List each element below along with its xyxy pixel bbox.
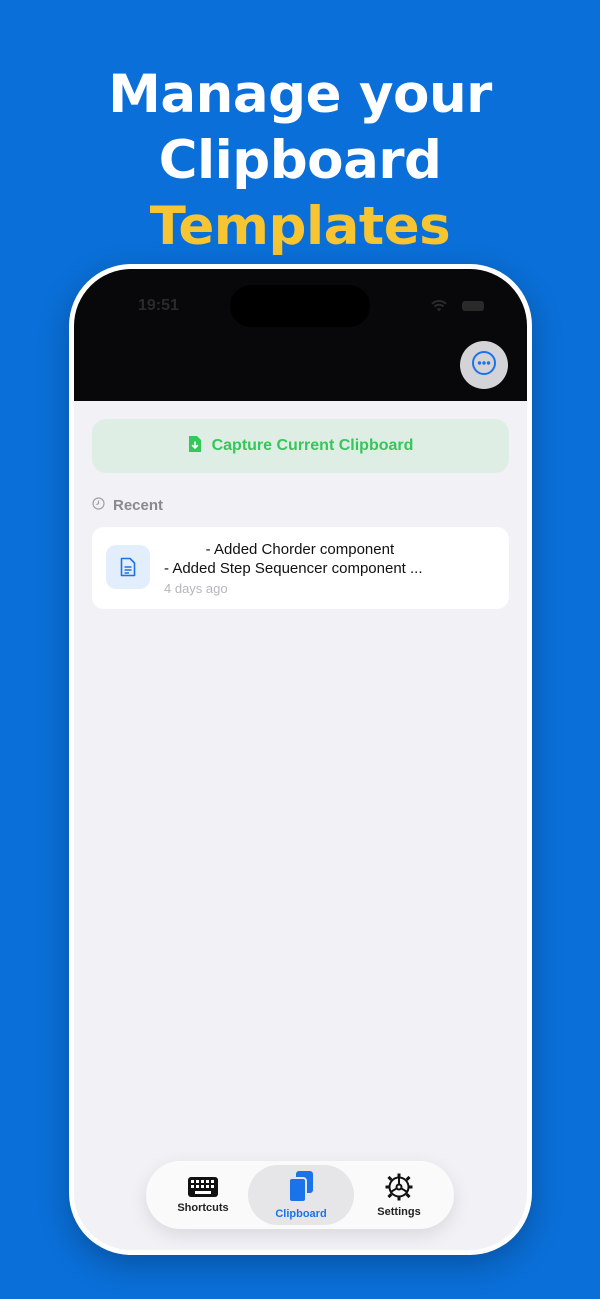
tab-shortcuts-label: Shortcuts xyxy=(177,1202,229,1214)
status-time: 19:51 xyxy=(138,297,179,314)
clipboard-icon xyxy=(287,1170,315,1204)
tab-settings[interactable]: Settings xyxy=(346,1165,452,1225)
clipboard-item[interactable]: - Added Chorder component - Added Step S… xyxy=(92,527,509,609)
headline-line-1: Manage your xyxy=(108,64,492,125)
gear-icon xyxy=(384,1172,414,1202)
clipboard-item-text: - Added Chorder component - Added Step S… xyxy=(164,541,423,577)
ellipsis-circle-icon xyxy=(471,350,497,381)
tab-settings-label: Settings xyxy=(377,1206,421,1218)
more-options-button[interactable] xyxy=(460,341,508,389)
clipboard-item-timestamp: 4 days ago xyxy=(164,581,228,596)
tab-clipboard-label: Clipboard xyxy=(275,1208,327,1220)
headline-line-2-text: Clipboard xyxy=(158,130,442,191)
dynamic-island xyxy=(230,285,370,327)
capture-button-label: Capture Current Clipboard xyxy=(211,437,414,454)
keyboard-icon xyxy=(187,1176,219,1198)
app-screen: 19:51 Capture Current Clipboard Recent -… xyxy=(74,269,527,1250)
headline-accent-text: Templates xyxy=(149,196,451,257)
wifi-icon xyxy=(430,299,448,318)
tab-clipboard[interactable]: Clipboard xyxy=(248,1165,354,1225)
doc-download-icon xyxy=(188,435,202,458)
battery-icon xyxy=(462,301,484,311)
text-document-icon xyxy=(106,545,150,589)
phone-frame: 19:51 Capture Current Clipboard Recent -… xyxy=(69,264,532,1255)
tab-shortcuts[interactable]: Shortcuts xyxy=(150,1165,256,1225)
tab-bar: Shortcuts Clipboard Settings xyxy=(146,1161,454,1229)
recent-section-header: Recent xyxy=(92,497,163,514)
promo-headline: Manage your Clipboard Templates xyxy=(0,62,600,260)
top-bar: 19:51 xyxy=(74,269,527,401)
recent-header-label: Recent xyxy=(113,497,164,514)
clock-icon xyxy=(92,497,105,514)
headline-line-2: Clipboard Templates xyxy=(0,128,600,260)
capture-clipboard-button[interactable]: Capture Current Clipboard xyxy=(92,419,509,473)
